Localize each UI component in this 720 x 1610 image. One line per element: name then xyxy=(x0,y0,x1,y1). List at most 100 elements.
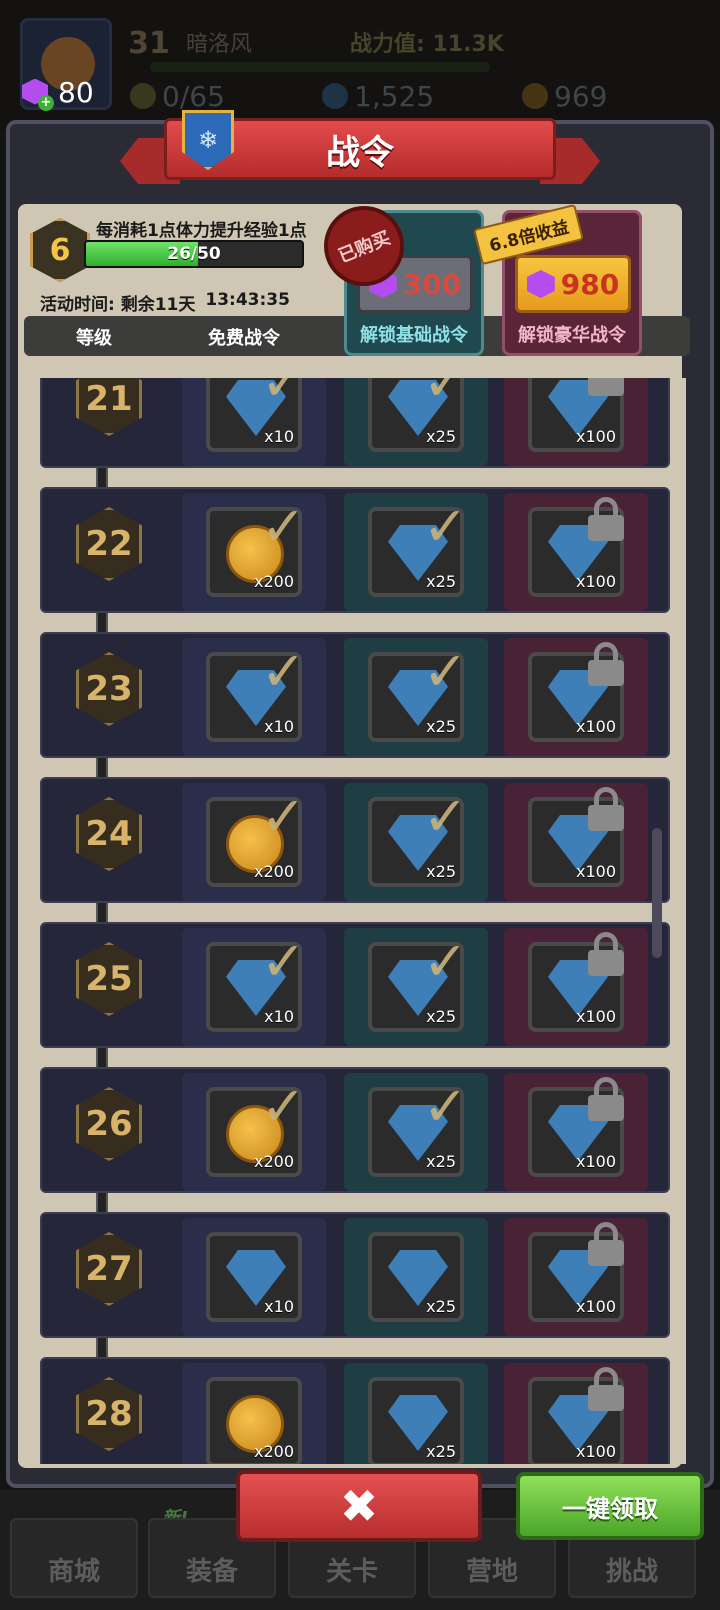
checkmark-icon: ✓ xyxy=(422,640,468,703)
reward-slot[interactable]: x200 ✓ xyxy=(206,1075,306,1177)
reward-slot[interactable]: x25 xyxy=(368,1377,464,1464)
lock-icon xyxy=(586,1077,626,1123)
row-level-badge: 21 xyxy=(76,378,142,436)
lux-reward-cell[interactable]: x100 xyxy=(504,493,648,611)
reward-slot[interactable]: x100 xyxy=(528,642,624,742)
checkmark-icon: ✓ xyxy=(422,930,468,993)
lock-icon xyxy=(586,642,626,688)
reward-list[interactable]: 21 x10 ✓ x25 ✓ x100 22 x200 ✓ x25 ✓ x100 23 x10 ✓ x25 ✓ x… xyxy=(30,378,686,1464)
lux-reward-cell[interactable]: x100 xyxy=(504,1218,648,1336)
reward-quantity: x100 xyxy=(575,572,616,591)
reward-slot[interactable]: x100 xyxy=(528,1367,624,1464)
checkmark-icon: ✓ xyxy=(422,1075,468,1138)
basic-reward-cell[interactable]: x25 ✓ xyxy=(344,493,488,611)
reward-slot[interactable]: x100 xyxy=(528,787,624,887)
lux-reward-cell[interactable]: x100 xyxy=(504,638,648,756)
claim-all-button[interactable]: 一键领取 xyxy=(516,1472,704,1540)
lux-reward-cell[interactable]: x100 xyxy=(504,1363,648,1464)
row-level-badge: 26 xyxy=(76,1087,142,1161)
reward-slot[interactable]: x200 xyxy=(206,1377,302,1464)
free-reward-cell[interactable]: x10 ✓ xyxy=(182,928,326,1046)
basic-reward-cell[interactable]: x25 ✓ xyxy=(344,928,488,1046)
gem-counter[interactable]: + 80 xyxy=(20,76,94,111)
reward-quantity: x100 xyxy=(575,862,616,881)
checkmark-icon: ✓ xyxy=(260,785,306,848)
lux-reward-cell[interactable]: x100 xyxy=(504,783,648,901)
row-level-badge: 22 xyxy=(76,507,142,581)
free-reward-cell[interactable]: x10 xyxy=(182,1218,326,1336)
lock-icon xyxy=(586,1222,626,1268)
reward-slot[interactable]: x10 ✓ xyxy=(206,378,306,452)
luxury-pass-label: 解锁豪华战令 xyxy=(518,325,626,346)
reward-quantity: x25 xyxy=(426,717,456,736)
exp-progress-text: 26/50 xyxy=(167,244,221,264)
nav-shop[interactable]: 商城 xyxy=(10,1518,138,1598)
lux-reward-cell[interactable]: x100 xyxy=(504,1073,648,1191)
reward-row: 24 x200 ✓ x25 ✓ x100 xyxy=(40,777,670,903)
reward-slot[interactable]: x100 xyxy=(528,932,624,1032)
luxury-pass-price-button[interactable]: 980 xyxy=(515,255,631,313)
basic-reward-cell[interactable]: x25 ✓ xyxy=(344,783,488,901)
free-reward-cell[interactable]: x200 ✓ xyxy=(182,1073,326,1191)
column-free-pass: 免费战令 xyxy=(208,328,280,349)
reward-slot[interactable]: x25 xyxy=(368,1232,464,1322)
gem-plus-icon: + xyxy=(20,77,54,111)
reward-quantity: x10 xyxy=(264,1297,294,1316)
checkmark-icon: ✓ xyxy=(422,378,468,413)
reward-slot[interactable]: x25 ✓ xyxy=(368,640,468,742)
exp-description: 每消耗1点体力提升经验1点 xyxy=(96,221,307,241)
reward-quantity: x100 xyxy=(575,1297,616,1316)
reward-quantity: x100 xyxy=(575,717,616,736)
reward-slot[interactable]: x25 ✓ xyxy=(368,495,468,597)
free-reward-cell[interactable]: x200 ✓ xyxy=(182,493,326,611)
lock-icon xyxy=(586,497,626,543)
basic-reward-cell[interactable]: x25 ✓ xyxy=(344,1073,488,1191)
reward-slot[interactable]: x10 xyxy=(206,1232,302,1322)
lux-reward-cell[interactable]: x100 xyxy=(504,378,648,466)
reward-quantity: x200 xyxy=(253,1442,294,1461)
reward-slot[interactable]: x200 ✓ xyxy=(206,495,306,597)
close-button[interactable]: ✖ xyxy=(236,1470,482,1542)
free-reward-cell[interactable]: x10 ✓ xyxy=(182,378,326,466)
reward-quantity: x25 xyxy=(426,1297,456,1316)
reward-row: 27 x10 x25 x100 xyxy=(40,1212,670,1338)
reward-row: 23 x10 ✓ x25 ✓ x100 xyxy=(40,632,670,758)
free-reward-cell[interactable]: x200 xyxy=(182,1363,326,1464)
lux-reward-cell[interactable]: x100 xyxy=(504,928,648,1046)
basic-reward-cell[interactable]: x25 ✓ xyxy=(344,378,488,466)
reward-slot[interactable]: x25 ✓ xyxy=(368,1075,468,1177)
reward-slot[interactable]: x200 ✓ xyxy=(206,785,306,887)
basic-reward-cell[interactable]: x25 xyxy=(344,1363,488,1464)
reward-row: 21 x10 ✓ x25 ✓ x100 xyxy=(40,378,670,468)
checkmark-icon: ✓ xyxy=(260,378,306,413)
reward-quantity: x100 xyxy=(575,1442,616,1461)
column-level: 等级 xyxy=(76,328,112,349)
reward-slot[interactable]: x10 ✓ xyxy=(206,930,306,1032)
basic-reward-cell[interactable]: x25 xyxy=(344,1218,488,1336)
reward-quantity: x25 xyxy=(426,1007,456,1026)
gem-icon xyxy=(526,270,555,298)
reward-quantity: x25 xyxy=(426,572,456,591)
reward-slot[interactable]: x25 ✓ xyxy=(368,378,468,452)
pass-info: 6 每消耗1点体力提升经验1点 26/50 活动时间: 剩余11天 13:43:… xyxy=(24,193,690,356)
checkmark-icon: ✓ xyxy=(422,785,468,848)
reward-slot[interactable]: x100 xyxy=(528,378,624,452)
basic-reward-cell[interactable]: x25 ✓ xyxy=(344,638,488,756)
free-reward-cell[interactable]: x10 ✓ xyxy=(182,638,326,756)
reward-slot[interactable]: x100 xyxy=(528,1077,624,1177)
reward-slot[interactable]: x100 xyxy=(528,1222,624,1322)
event-time: 活动时间: 剩余11天 13:43:35 xyxy=(40,290,290,315)
reward-slot[interactable]: x25 ✓ xyxy=(368,930,468,1032)
reward-slot[interactable]: x100 xyxy=(528,497,624,597)
reward-quantity: x10 xyxy=(264,427,294,446)
event-time-countdown: 13:43:35 xyxy=(205,290,290,310)
reward-quantity: x25 xyxy=(426,427,456,446)
scrollbar[interactable] xyxy=(652,828,662,958)
reward-quantity: x25 xyxy=(426,1152,456,1171)
reward-slot[interactable]: x10 ✓ xyxy=(206,640,306,742)
reward-slot[interactable]: x25 ✓ xyxy=(368,785,468,887)
free-reward-cell[interactable]: x200 ✓ xyxy=(182,783,326,901)
row-level-badge: 28 xyxy=(76,1377,142,1451)
lock-icon xyxy=(586,378,626,398)
event-time-label: 活动时间: 剩余11天 xyxy=(40,295,196,315)
